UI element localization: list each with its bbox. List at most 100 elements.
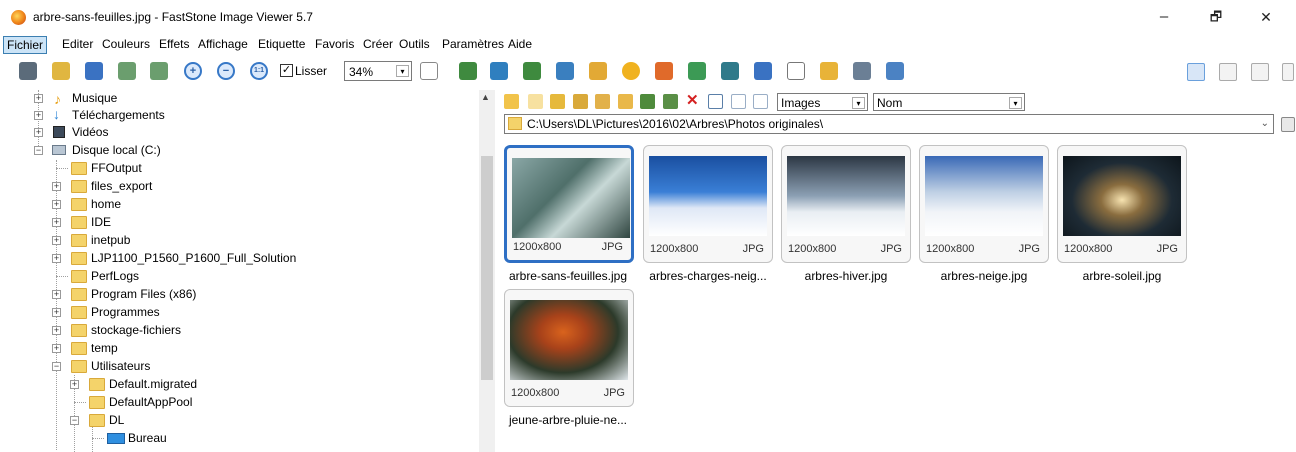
tree-node-label: Bureau [128, 431, 167, 445]
layout-preview-icon[interactable] [1251, 63, 1269, 81]
collapse-icon[interactable]: − [52, 362, 61, 371]
video-icon [53, 126, 65, 138]
scroll-up-icon[interactable]: ▲ [481, 92, 490, 102]
expand-icon[interactable]: + [52, 218, 61, 227]
thumbnail-format: JPG [1156, 243, 1178, 255]
new-folder-icon[interactable] [595, 94, 610, 109]
thumbnail-dimensions: 1200x800 [650, 243, 699, 255]
close-button[interactable]: ✕ [1243, 5, 1289, 29]
menu-fichier[interactable]: Fichier [3, 36, 48, 54]
zoom-select[interactable]: 34% ▾ [344, 61, 412, 81]
trash-icon[interactable] [1281, 117, 1295, 132]
menu-aide[interactable]: Aide [508, 37, 532, 51]
thumbnail-image [925, 156, 1043, 236]
favorites-icon[interactable] [618, 94, 633, 109]
app-icon [11, 10, 26, 25]
zoom-out-icon[interactable]: − [217, 62, 235, 80]
previous-icon[interactable] [118, 62, 136, 80]
delete-icon[interactable]: ✕ [686, 93, 701, 109]
folder-icon [71, 270, 87, 283]
thumbnail-card[interactable]: 1200x800 JPG [643, 145, 773, 263]
fullscreen-icon[interactable] [1282, 63, 1294, 81]
save-icon[interactable] [85, 62, 103, 80]
thumbnail-card[interactable]: 1200x800 JPG [504, 145, 634, 263]
menu-affichage[interactable]: Affichage [198, 37, 248, 51]
expand-icon[interactable]: + [34, 111, 43, 120]
next-icon[interactable] [150, 62, 168, 80]
expand-icon[interactable]: + [52, 290, 61, 299]
tree-node-label: DefaultAppPool [109, 395, 193, 409]
zoom-in-icon[interactable]: + [184, 62, 202, 80]
tree-scrollbar[interactable]: ▲ [479, 90, 495, 452]
forward-arrow-icon[interactable] [528, 94, 543, 109]
menu-creer[interactable]: Créer [363, 37, 393, 51]
sort-select[interactable]: Nom ▾ [873, 93, 1025, 111]
thumbnail-filename[interactable]: arbre-sans-feuilles.jpg [498, 269, 638, 283]
back-arrow-icon[interactable] [504, 94, 519, 109]
layout-thumbnail-icon[interactable] [1219, 63, 1237, 81]
expand-icon[interactable]: + [52, 182, 61, 191]
expand-icon[interactable]: + [34, 94, 43, 103]
open-folder-icon[interactable] [52, 62, 70, 80]
thumbnail-image [1063, 156, 1181, 236]
menu-parametres[interactable]: Paramètres [442, 37, 504, 51]
smooth-checkbox[interactable]: ✓ [280, 64, 293, 77]
folder-icon [71, 324, 87, 337]
thumbnail-filename[interactable]: arbres-charges-neig... [638, 269, 778, 283]
desktop-icon [107, 433, 125, 444]
menu-couleurs[interactable]: Couleurs [102, 37, 150, 51]
sort-value: Nom [877, 96, 903, 110]
thumbnail-card[interactable]: 1200x800 JPG [504, 289, 634, 407]
view-type-select[interactable]: Images ▾ [777, 93, 868, 111]
thumbnail-card[interactable]: 1200x800 JPG [919, 145, 1049, 263]
chevron-down-icon[interactable]: ▾ [852, 97, 865, 109]
menu-effets[interactable]: Effets [159, 37, 189, 51]
expand-icon[interactable]: + [52, 344, 61, 353]
expand-icon[interactable]: + [52, 254, 61, 263]
list-view-icon[interactable] [753, 94, 768, 109]
expand-icon[interactable]: + [52, 326, 61, 335]
thumbnail-image [512, 158, 630, 238]
collapse-icon[interactable]: − [34, 146, 43, 155]
folder-icon [71, 360, 87, 373]
move-to-icon[interactable] [663, 94, 678, 109]
thumbnail-card[interactable]: 1200x800 JPG [781, 145, 911, 263]
expand-icon[interactable]: + [52, 308, 61, 317]
collapse-icon[interactable]: − [70, 416, 79, 425]
chevron-down-icon[interactable]: ▾ [1009, 97, 1022, 109]
menu-outils[interactable]: Outils [399, 37, 430, 51]
thumbnail-filename[interactable]: arbre-soleil.jpg [1052, 269, 1192, 283]
parent-folder-icon[interactable] [550, 94, 565, 109]
tree-node-label: Musique [72, 91, 118, 105]
minimize-button[interactable]: – [1141, 5, 1187, 29]
chevron-down-icon[interactable]: ▾ [396, 65, 409, 77]
expand-icon[interactable]: + [52, 236, 61, 245]
folder-icon [89, 396, 105, 409]
menu-editer[interactable]: Editer [62, 37, 93, 51]
menu-etiquette[interactable]: Etiquette [258, 37, 305, 51]
thumbnail-filename[interactable]: jeune-arbre-pluie-ne... [498, 413, 638, 427]
maximize-button[interactable]: 🗗 [1193, 5, 1239, 29]
path-input[interactable]: C:\Users\DL\Pictures\2016\02\Arbres\Phot… [504, 114, 1274, 134]
camera-icon[interactable] [19, 62, 37, 80]
expand-icon[interactable]: + [70, 380, 79, 389]
thumbnail-filename[interactable]: arbres-hiver.jpg [776, 269, 916, 283]
layout-browser-icon[interactable] [1187, 63, 1205, 81]
thumbnail-card[interactable]: 1200x800 JPG [1057, 145, 1187, 263]
refresh-folder-icon[interactable] [573, 94, 588, 109]
menu-favoris[interactable]: Favoris [315, 37, 354, 51]
expand-icon[interactable]: + [34, 128, 43, 137]
actual-size-icon[interactable]: 1:1 [250, 62, 268, 80]
folder-icon [71, 216, 87, 229]
thumbnail-dimensions: 1200x800 [926, 243, 975, 255]
details-view-icon[interactable] [731, 94, 746, 109]
thumbnail-filename[interactable]: arbres-neige.jpg [914, 269, 1054, 283]
tree-node-label: Téléchargements [72, 108, 165, 122]
scrollbar-thumb[interactable] [481, 156, 493, 380]
copy-to-icon[interactable] [640, 94, 655, 109]
thumbnail-format: JPG [880, 243, 902, 255]
tree-node-label: Programmes [91, 305, 160, 319]
expand-icon[interactable]: + [52, 200, 61, 209]
select-all-icon[interactable] [708, 94, 723, 109]
chevron-down-icon[interactable]: ⌄ [1261, 118, 1269, 129]
